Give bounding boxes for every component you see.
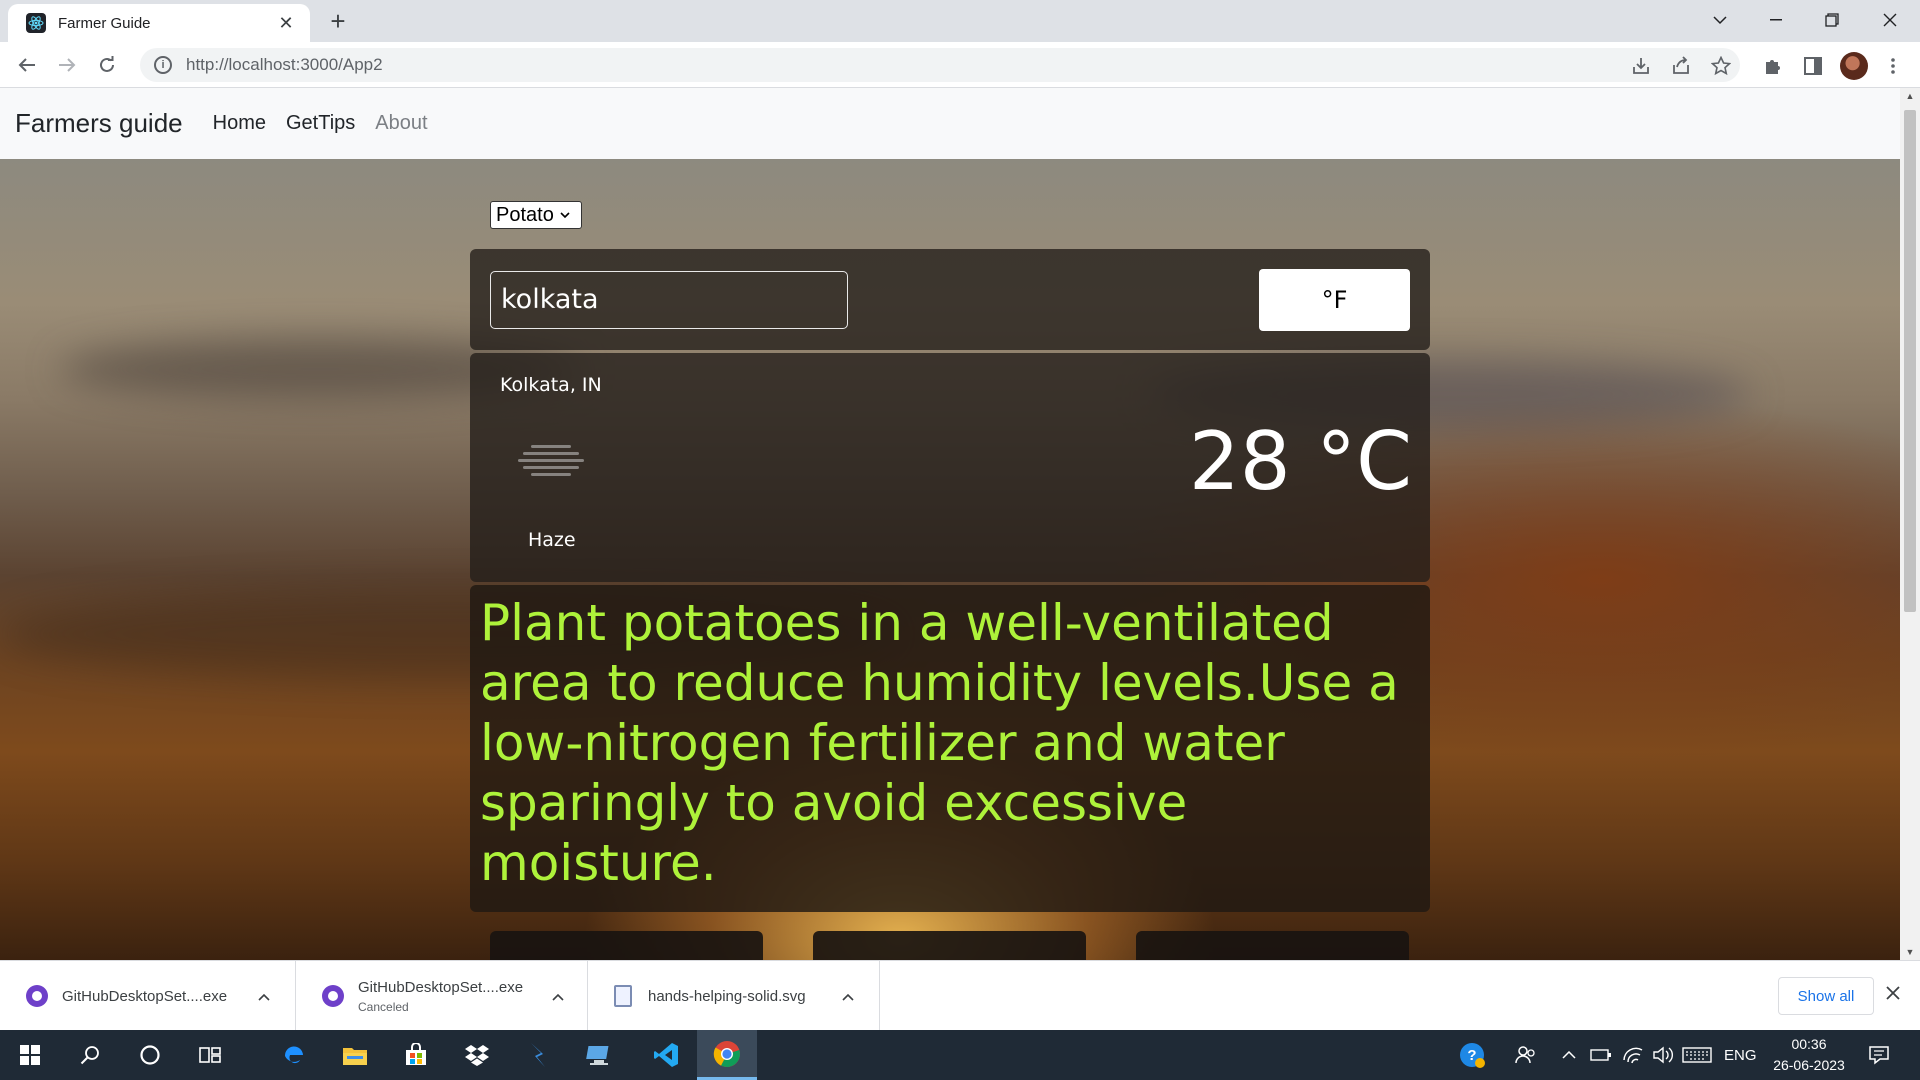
farming-tip-card: Plant potatoes in a well-ventilated area… [470,585,1430,912]
task-view-icon[interactable] [180,1030,240,1080]
browser-tab[interactable]: Farmer Guide ✕ [8,4,310,42]
battery-icon[interactable] [1590,1030,1612,1080]
file-explorer-icon[interactable] [325,1030,385,1080]
site-brand[interactable]: Farmers guide [15,108,183,139]
volume-icon[interactable] [1652,1030,1674,1080]
download-item[interactable]: hands-helping-solid.svg [588,961,880,1031]
download-filename: GitHubDesktopSet....exe [62,987,228,1005]
dropbox-icon[interactable] [447,1030,507,1080]
help-icon[interactable]: ? [1458,1030,1486,1080]
react-favicon-icon [26,13,46,33]
download-item[interactable]: GitHubDesktopSet....exe Canceled [296,961,588,1031]
feature-card[interactable] [813,931,1086,960]
minimize-icon[interactable] [1748,0,1804,40]
chrome-taskbar-icon[interactable] [697,1030,757,1080]
restore-icon[interactable] [1804,0,1860,40]
network-app-icon[interactable] [569,1030,629,1080]
scroll-down-icon[interactable]: ▼ [1900,944,1920,960]
close-window-icon[interactable] [1862,0,1918,40]
crop-select-value: Potato [496,203,554,226]
temperature-value: 28 °C [1188,415,1412,508]
windows-start-icon[interactable] [0,1030,60,1080]
back-arrow-icon[interactable] [11,49,43,81]
microsoft-store-icon[interactable] [386,1030,446,1080]
share-icon[interactable] [1668,53,1694,79]
search-card: kolkata °F [470,249,1430,350]
svg-file-icon [614,985,632,1007]
notifications-icon[interactable] [1868,1030,1890,1080]
search-icon[interactable] [60,1030,120,1080]
farming-tip-text: Plant potatoes in a well-ventilated area… [480,594,1399,892]
haze-icon [518,445,584,489]
cortana-icon[interactable] [120,1030,180,1080]
install-app-icon[interactable] [1628,53,1654,79]
side-panel-icon[interactable] [1800,53,1826,79]
keyboard-icon[interactable] [1682,1030,1712,1080]
download-item[interactable]: GitHubDesktopSet....exe [0,961,296,1031]
unit-toggle-button[interactable]: °F [1259,269,1410,331]
tab-search-icon[interactable] [1692,0,1748,40]
scrollbar-thumb[interactable] [1904,110,1916,612]
browser-tab-strip: Farmer Guide ✕ + [0,0,1920,42]
extensions-puzzle-icon[interactable] [1760,53,1786,79]
tab-title: Farmer Guide [58,14,151,32]
download-bar: GitHubDesktopSet....exe GitHubDesktopSet… [0,960,1920,1031]
city-search-input[interactable]: kolkata [490,271,848,329]
clock-time: 00:36 [1791,1036,1827,1052]
input-language[interactable]: ENG [1724,1030,1757,1080]
nav-link-home[interactable]: Home [213,112,266,135]
bookmark-star-icon[interactable] [1708,53,1734,79]
download-status: Canceled [358,999,409,1014]
chevron-up-icon[interactable] [552,988,564,1004]
svg-text:?: ? [1467,1047,1476,1064]
feature-card[interactable] [1136,931,1409,960]
site-navbar: Farmers guide Home GetTips About [0,88,1900,159]
github-desktop-icon [26,985,48,1007]
page-viewport: Farmers guide Home GetTips About Potato … [0,88,1920,960]
chevron-up-icon[interactable] [842,988,854,1004]
tray-chevron-up-icon[interactable] [1562,1030,1576,1080]
browser-toolbar: i http://localhost:3000/App2 [0,42,1920,88]
tab-close-icon[interactable]: ✕ [274,13,298,34]
chevron-up-icon[interactable] [258,988,270,1004]
site-info-icon[interactable]: i [154,56,172,74]
crop-select-dropdown[interactable]: Potato [490,201,582,229]
download-filename: GitHubDesktopSet....exe [358,978,524,996]
feature-card[interactable] [490,931,763,960]
system-clock[interactable]: 00:36 26-06-2023 [1768,1034,1850,1076]
edge-browser-icon[interactable] [264,1030,324,1080]
profile-avatar[interactable] [1840,52,1868,80]
windows-taskbar: ? ENG 00:36 26-06-2023 [0,1030,1920,1080]
scroll-up-icon[interactable]: ▲ [1900,88,1920,104]
weather-location: Kolkata, IN [500,374,602,396]
weather-condition: Haze [528,529,576,551]
address-bar[interactable]: i http://localhost:3000/App2 [140,48,1740,82]
reload-icon[interactable] [91,49,123,81]
power-automate-icon[interactable] [508,1030,568,1080]
people-icon[interactable] [1515,1030,1537,1080]
clock-date: 26-06-2023 [1773,1057,1845,1073]
forward-arrow-icon[interactable] [51,49,83,81]
url-text[interactable]: http://localhost:3000/App2 [186,55,383,75]
chevron-down-icon [560,208,570,222]
weather-card: Kolkata, IN Haze 28 °C [470,353,1430,582]
wifi-icon[interactable] [1622,1030,1644,1080]
download-filename: hands-helping-solid.svg [648,987,806,1005]
nav-link-gettips[interactable]: GetTips [286,112,355,135]
new-tab-button[interactable]: + [322,6,354,38]
close-download-bar-icon[interactable] [1886,983,1900,1006]
github-desktop-icon [322,985,344,1007]
show-all-downloads-button[interactable]: Show all [1778,977,1874,1015]
vscode-icon[interactable] [636,1030,696,1080]
nav-link-about[interactable]: About [375,112,427,135]
chrome-menu-icon[interactable] [1880,53,1906,79]
